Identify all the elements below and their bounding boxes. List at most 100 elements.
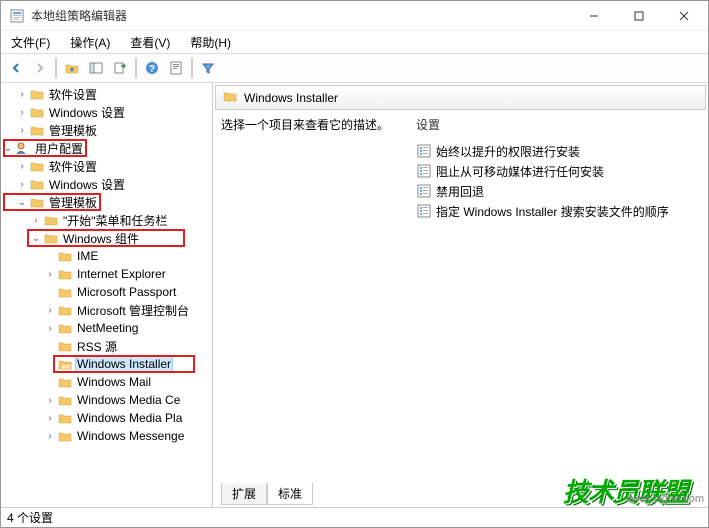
- expand-icon[interactable]: ›: [43, 395, 57, 406]
- folder-icon: [29, 104, 45, 120]
- folder-icon: [43, 212, 59, 228]
- tree-item[interactable]: ›Internet Explorer: [1, 265, 212, 283]
- tree-item[interactable]: › 软件设置: [1, 157, 212, 175]
- tree-item-user-config[interactable]: ⌄用户配置: [1, 139, 212, 157]
- titlebar: 本地组策略编辑器: [1, 1, 708, 31]
- forward-button[interactable]: [29, 57, 51, 79]
- setting-item[interactable]: 阻止从可移动媒体进行任何安装: [416, 161, 700, 181]
- collapse-icon[interactable]: ⌄: [15, 197, 29, 208]
- tree-label: Microsoft 管理控制台: [75, 302, 191, 319]
- tree-item[interactable]: ›"开始"菜单和任务栏: [1, 211, 212, 229]
- tree-item-windows-components[interactable]: ⌄Windows 组件: [1, 229, 212, 247]
- tabs: 扩展 标准: [221, 483, 313, 505]
- separator: [135, 58, 137, 78]
- statusbar: 4 个设置: [1, 507, 708, 527]
- expand-icon[interactable]: ›: [43, 413, 57, 424]
- tab-standard[interactable]: 标准: [267, 483, 313, 505]
- up-button[interactable]: [61, 57, 83, 79]
- settings-column: 设置 始终以提升的权限进行安装 阻止从可移动媒体进行任何安装 禁用回退 指定 W…: [416, 116, 700, 503]
- details-title: Windows Installer: [244, 91, 338, 105]
- tree-label: Windows 设置: [47, 176, 127, 193]
- expand-icon[interactable]: ›: [43, 269, 57, 280]
- expand-icon[interactable]: ›: [43, 305, 57, 316]
- description-text: 选择一个项目来查看它的描述。: [221, 116, 416, 133]
- tree-item[interactable]: › Windows Messenge: [1, 427, 212, 445]
- collapse-icon[interactable]: ⌄: [29, 233, 43, 244]
- expand-icon[interactable]: ⌄: [1, 143, 15, 154]
- back-button[interactable]: [5, 57, 27, 79]
- expand-icon[interactable]: ›: [29, 215, 43, 226]
- setting-item[interactable]: 指定 Windows Installer 搜索安装文件的顺序: [416, 201, 700, 221]
- expand-icon[interactable]: ›: [15, 161, 29, 172]
- folder-icon: [57, 284, 73, 300]
- window-title: 本地组策略编辑器: [31, 7, 571, 24]
- tree-item[interactable]: › Microsoft 管理控制台: [1, 301, 212, 319]
- tab-extended[interactable]: 扩展: [221, 483, 267, 505]
- folder-icon: [29, 122, 45, 138]
- menubar: 文件(F) 操作(A) 查看(V) 帮助(H): [1, 31, 708, 53]
- expand-icon[interactable]: ›: [15, 89, 29, 100]
- menu-view[interactable]: 查看(V): [126, 32, 174, 53]
- tree-label: IME: [75, 249, 100, 263]
- tree-label: RSS 源: [75, 338, 119, 355]
- folder-icon: [222, 88, 238, 107]
- menu-action[interactable]: 操作(A): [66, 32, 114, 53]
- tree-item[interactable]: Microsoft Passport: [1, 283, 212, 301]
- folder-icon: [43, 230, 59, 246]
- folder-icon: [57, 374, 73, 390]
- app-icon: [9, 8, 25, 24]
- export-button[interactable]: [109, 57, 131, 79]
- tree-item[interactable]: RSS 源: [1, 337, 212, 355]
- tree-item[interactable]: › 管理模板: [1, 121, 212, 139]
- svg-text:?: ?: [149, 64, 155, 75]
- expand-icon[interactable]: ›: [15, 125, 29, 136]
- watermark-url: www.jsgho.com: [628, 493, 704, 505]
- status-text: 4 个设置: [7, 509, 53, 526]
- folder-icon: [57, 338, 73, 354]
- expand-icon[interactable]: ›: [43, 431, 57, 442]
- setting-item[interactable]: 禁用回退: [416, 181, 700, 201]
- tree-label: 软件设置: [47, 158, 99, 175]
- folder-open-icon: [57, 356, 73, 372]
- tree-item[interactable]: › Windows 设置: [1, 175, 212, 193]
- menu-file[interactable]: 文件(F): [7, 32, 54, 53]
- maximize-button[interactable]: [616, 1, 661, 30]
- folder-icon: [29, 194, 45, 210]
- tree-item-windows-installer[interactable]: Windows Installer: [1, 355, 212, 373]
- help-button[interactable]: ?: [141, 57, 163, 79]
- tree-label: Windows Messenge: [75, 429, 186, 443]
- tree-item[interactable]: › Windows Media Pla: [1, 409, 212, 427]
- folder-icon: [57, 266, 73, 282]
- expand-icon[interactable]: ›: [15, 179, 29, 190]
- tree-label: Windows Media Pla: [75, 411, 184, 425]
- tree-item[interactable]: ›Windows Media Ce: [1, 391, 212, 409]
- tree-item[interactable]: IME: [1, 247, 212, 265]
- tree-item-admin-templates[interactable]: ⌄ 管理模板: [1, 193, 212, 211]
- expand-icon[interactable]: ›: [43, 323, 57, 334]
- tree-label: 管理模板: [47, 122, 99, 139]
- setting-item[interactable]: 始终以提升的权限进行安装: [416, 141, 700, 161]
- tree-label: Microsoft Passport: [75, 285, 178, 299]
- folder-icon: [29, 176, 45, 192]
- tree-item[interactable]: ›软件设置: [1, 85, 212, 103]
- folder-icon: [57, 302, 73, 318]
- close-button[interactable]: [661, 1, 706, 30]
- tree-item[interactable]: ›Windows 设置: [1, 103, 212, 121]
- expand-icon[interactable]: ›: [15, 107, 29, 118]
- folder-icon: [57, 248, 73, 264]
- properties-button[interactable]: [165, 57, 187, 79]
- setting-label: 阻止从可移动媒体进行任何安装: [436, 163, 604, 180]
- content: ›软件设置 ›Windows 设置 ›管理模板 ⌄用户配置 ›软件设置 ›Win…: [1, 83, 708, 507]
- tree-label: Windows Installer: [75, 356, 173, 372]
- policy-icon: [416, 163, 432, 179]
- tree-label: 管理模板: [47, 194, 99, 211]
- minimize-button[interactable]: [571, 1, 616, 30]
- column-header-setting[interactable]: 设置: [416, 116, 700, 133]
- policy-icon: [416, 143, 432, 159]
- filter-button[interactable]: [197, 57, 219, 79]
- menu-help[interactable]: 帮助(H): [186, 32, 235, 53]
- description-column: 选择一个项目来查看它的描述。: [221, 116, 416, 503]
- tree-item[interactable]: ›NetMeeting: [1, 319, 212, 337]
- show-hide-tree-button[interactable]: [85, 57, 107, 79]
- tree-item[interactable]: Windows Mail: [1, 373, 212, 391]
